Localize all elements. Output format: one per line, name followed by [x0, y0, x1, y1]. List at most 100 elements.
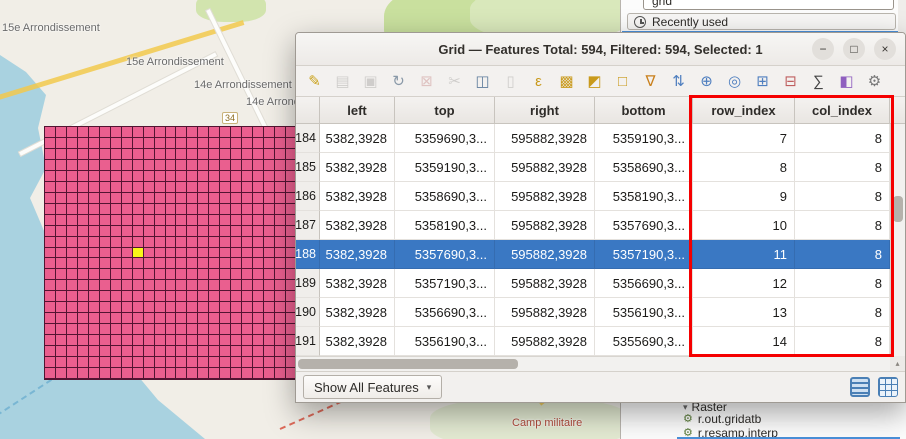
move-selection-to-top-icon[interactable]: ⇅ — [666, 69, 691, 93]
select-by-expression-icon[interactable]: ε — [526, 69, 551, 93]
grid-cell — [176, 226, 187, 237]
invert-selection-icon[interactable]: ◩ — [582, 69, 607, 93]
grid-cell — [67, 313, 78, 324]
dock-attribute-table-icon[interactable]: ⚙ — [862, 69, 887, 93]
vertical-scrollbar[interactable] — [890, 124, 905, 356]
grid-cell — [89, 280, 100, 291]
grid-cell — [45, 291, 56, 302]
grid-cell — [253, 237, 264, 248]
row-number[interactable]: 186 — [296, 182, 320, 211]
form-view-button[interactable] — [850, 377, 870, 397]
table-row[interactable]: 1895382,39285357190,3...595882,392853566… — [296, 269, 905, 298]
save-edits-icon[interactable]: ▣ — [358, 69, 383, 93]
toggle-editing-icon[interactable]: ✎ — [302, 69, 327, 93]
row-number[interactable]: 184 — [296, 124, 320, 153]
grid-cell — [56, 215, 67, 226]
table-row[interactable]: 1855382,39285359190,3...595882,392853586… — [296, 153, 905, 182]
grid-cell — [242, 193, 253, 204]
grid-cell — [264, 237, 275, 248]
grid-cell — [242, 368, 253, 379]
grid-cell — [111, 171, 122, 182]
row-number[interactable]: 187 — [296, 211, 320, 240]
row-number[interactable]: 189 — [296, 269, 320, 298]
grid-cell — [253, 335, 264, 346]
row-number[interactable]: 185 — [296, 153, 320, 182]
column-header-row_index[interactable]: row_index — [693, 97, 795, 123]
grid-cell — [253, 357, 264, 368]
column-header-top[interactable]: top — [395, 97, 495, 123]
grid-cell — [187, 171, 198, 182]
maximize-button[interactable]: □ — [843, 38, 865, 60]
conditional-formatting-icon[interactable]: ◧ — [834, 69, 859, 93]
grid-cell — [56, 346, 67, 357]
table-row[interactable]: 1845382,39285359690,3...595882,392853591… — [296, 124, 905, 153]
column-header-bottom[interactable]: bottom — [595, 97, 693, 123]
scrollbar-thumb[interactable] — [298, 359, 518, 369]
grid-cell — [264, 302, 275, 313]
toolbox-recently-used-group[interactable]: Recently used — [627, 13, 896, 30]
copy-features-icon[interactable]: ◫ — [470, 69, 495, 93]
grid-cell — [122, 291, 133, 302]
grid-cell — [133, 368, 144, 379]
grid-cell — [155, 182, 166, 193]
grid-cell — [198, 258, 209, 269]
grid-cell — [122, 368, 133, 379]
delete-field-icon[interactable]: ⊟ — [778, 69, 803, 93]
new-field-icon[interactable]: ⊞ — [750, 69, 775, 93]
grid-cell — [242, 226, 253, 237]
grid-cell — [198, 171, 209, 182]
grid-cell — [89, 313, 100, 324]
grid-cell — [122, 149, 133, 160]
table-row[interactable]: 1865382,39285358690,3...595882,392853581… — [296, 182, 905, 211]
table-row[interactable]: 1905382,39285356690,3...595882,392853561… — [296, 298, 905, 327]
pan-to-selection-icon[interactable]: ⊕ — [694, 69, 719, 93]
grid-cell — [209, 357, 220, 368]
grid-cell — [187, 269, 198, 280]
multi-edit-mode-icon[interactable]: ▤ — [330, 69, 355, 93]
horizontal-scrollbar[interactable] — [296, 356, 890, 371]
toolbox-item-r-out-gridatb[interactable]: ⚙ r.out.gridatb — [683, 412, 761, 426]
delete-selected-icon[interactable]: ⊠ — [414, 69, 439, 93]
table-cell: 5358190,3... — [595, 182, 693, 211]
grid-cell — [166, 313, 177, 324]
toolbox-scrollbar[interactable] — [898, 0, 906, 33]
table-row[interactable]: 1885382,39285357690,3...595882,392853571… — [296, 240, 905, 269]
row-number[interactable]: 191 — [296, 327, 320, 356]
grid-cell — [78, 291, 89, 302]
field-calculator-icon[interactable]: ∑ — [806, 69, 831, 93]
grid-cell — [122, 313, 133, 324]
reload-table-icon[interactable]: ↻ — [386, 69, 411, 93]
grid-cell — [133, 357, 144, 368]
row-number[interactable]: 188 — [296, 240, 320, 269]
feature-filter-button[interactable]: Show All Features ▾ — [303, 375, 442, 399]
column-header-right[interactable]: right — [495, 97, 595, 123]
row-number-header[interactable] — [296, 97, 320, 123]
minimize-button[interactable]: − — [812, 38, 834, 60]
grid-cell — [133, 215, 144, 226]
table-cell: 8 — [795, 124, 890, 153]
grid-cell — [209, 193, 220, 204]
row-number[interactable]: 190 — [296, 298, 320, 327]
table-row[interactable]: 1915382,39285356190,3...595882,392853556… — [296, 327, 905, 356]
column-header-left[interactable]: left — [320, 97, 395, 123]
cut-features-icon[interactable]: ✂ — [442, 69, 467, 93]
grid-cell — [209, 215, 220, 226]
paste-features-icon[interactable]: ▯ — [498, 69, 523, 93]
select-all-icon[interactable]: ▩ — [554, 69, 579, 93]
column-header-col_index[interactable]: col_index — [795, 97, 890, 123]
table-view-button[interactable] — [878, 377, 898, 397]
window-titlebar[interactable]: Grid — Features Total: 594, Filtered: 59… — [296, 33, 905, 66]
grid-cell — [209, 226, 220, 237]
close-button[interactable]: × — [874, 38, 896, 60]
scrollbar-thumb[interactable] — [893, 196, 903, 222]
toolbox-search-input[interactable]: grid — [643, 0, 894, 10]
deselect-all-icon[interactable]: □ — [610, 69, 635, 93]
grid-cell — [198, 138, 209, 149]
filter-select-by-form-icon[interactable]: ∇ — [638, 69, 663, 93]
zoom-to-selection-icon[interactable]: ◎ — [722, 69, 747, 93]
table-row[interactable]: 1875382,39285358190,3...595882,392853576… — [296, 211, 905, 240]
grid-cell — [176, 368, 187, 379]
grid-cell — [264, 182, 275, 193]
grid-cell — [253, 226, 264, 237]
grid-cell — [264, 335, 275, 346]
